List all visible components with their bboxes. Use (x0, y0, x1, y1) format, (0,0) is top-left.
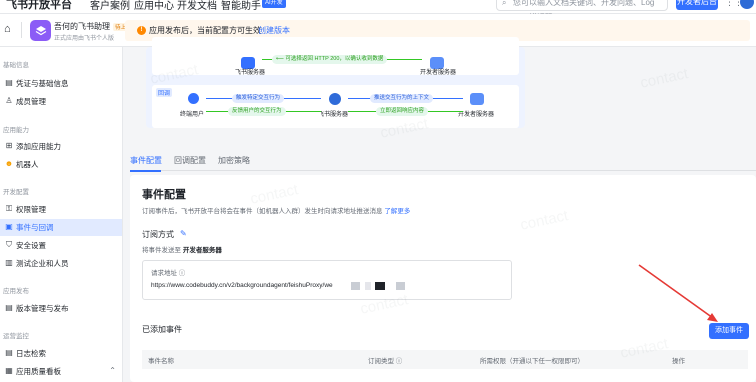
robot-icon: ☻ (4, 159, 14, 168)
added-events-title: 已添加事件 (142, 325, 182, 334)
sidebar-item-bot[interactable]: ☻ 机器人 (0, 156, 122, 173)
diagram-pill-feedback: 反馈用户的交互行为 (228, 107, 286, 116)
sidebar-item-add-capability[interactable]: ⊞ 添加应用能力 (0, 138, 122, 155)
tab-event-config[interactable]: 事件配置 (130, 155, 162, 166)
feishu-logo-icon (329, 93, 341, 105)
column-event-name: 事件名称 (148, 358, 174, 365)
diagram-pill-response: 立即返回响应内容 (376, 107, 429, 116)
document-icon: ▤ (5, 78, 13, 87)
sidebar-item-permissions[interactable]: ⚿ 权限管理 (0, 201, 122, 218)
diagram-callback-row: 回调 终端用户 飞书服务器 开发者服务器 触发特定交互行为 反馈用户的交互行为 … (152, 85, 519, 128)
log-icon: ▤ (5, 348, 13, 357)
sidebar-item-test[interactable]: ▥ 测试企业和人员 (0, 255, 122, 272)
sidebar-group-capabilities: 应用能力 (3, 127, 29, 134)
request-url-value[interactable]: https://www.codebuddy.cn/v2/backgroundag… (151, 282, 333, 289)
person-icon: ♙ (5, 96, 13, 105)
home-icon[interactable]: ⌂ (4, 23, 11, 35)
diagram-pill-trigger: 触发特定交互行为 (232, 94, 285, 103)
dev-server-icon-2 (470, 93, 484, 105)
grid-plus-icon: ⊞ (5, 141, 13, 150)
diagram-event-row: 飞书服务器 开发者服务器 ⟵ 可选择返回 HTTP 200，以确认收到数据 (152, 37, 519, 76)
edit-icon[interactable]: ✎ (180, 229, 187, 238)
main-content: 飞书服务器 开发者服务器 ⟵ 可选择返回 HTTP 200，以确认收到数据 回调… (130, 37, 756, 382)
divider (21, 22, 22, 38)
subscribe-method-desc: 将事件发送至 开发者服务器 (142, 247, 222, 254)
add-event-button[interactable]: 添加事件 (709, 323, 749, 339)
sidebar-group-monitor: 运营监控 (3, 333, 29, 340)
event-config-description: 订阅事件后，飞书开放平台将会在事件（如机器人入群）发生时向请求地址推送消息 了解… (142, 208, 411, 215)
nav-link-assistant[interactable]: 智能助手 (221, 0, 261, 12)
sidebar-group-basic: 基础信息 (3, 62, 29, 69)
notice-text: 应用发布后，当前配置方可生效 (149, 26, 261, 35)
warning-icon: ! (137, 26, 146, 35)
tab-encryption[interactable]: 加密策略 (218, 155, 250, 166)
developer-console-button[interactable]: 开发者后台 (676, 0, 718, 10)
event-config-card: 事件配置 订阅事件后，飞书开放平台将会在事件（如机器人入群）发生时向请求地址推送… (130, 175, 756, 382)
ai-badge: AI开发 (262, 0, 286, 8)
chevron-up-icon[interactable]: ⌃ (109, 366, 116, 375)
redacted-block (351, 282, 360, 290)
column-subscribe-type: 订阅类型 ⓘ (368, 358, 403, 365)
diagram-pill-http200: ⟵ 可选择返回 HTTP 200，以确认收到数据 (272, 55, 388, 64)
sidebar-item-versions[interactable]: ▤ 版本管理与发布 (0, 300, 122, 317)
chart-icon: ▦ (5, 366, 13, 375)
app-name[interactable]: 吾何的飞书助理 待上线 (54, 21, 134, 32)
sidebar-group-dev: 开发配置 (3, 189, 29, 196)
nav-link-cases[interactable]: 客户案例 (90, 0, 130, 12)
page-title: 事件配置 (142, 189, 186, 201)
redacted-block (396, 282, 405, 290)
learn-more-link[interactable]: 了解更多 (384, 208, 410, 215)
events-table-header: 事件名称 订阅类型 ⓘ 所需权限（开通以下任一权限即可） 操作 (142, 350, 748, 369)
shield-icon: ⛉ (6, 240, 12, 249)
key-icon: ⚿ (5, 204, 13, 213)
search-input[interactable]: ⌕ 您可以输入文档关键词、开发问题、Log ID、错误码 (496, 0, 668, 22)
tab-callback-config[interactable]: 回调配置 (174, 155, 206, 166)
event-icon: ▣ (5, 222, 13, 231)
subscribe-method-title: 订阅方式 (142, 230, 174, 239)
active-tab-indicator (130, 170, 161, 172)
avatar[interactable] (740, 0, 754, 9)
column-permissions: 所需权限（开通以下任一权限即可） (480, 358, 584, 365)
diagram-label-feishu-server: 飞书服务器 (235, 70, 266, 76)
sidebar-item-events[interactable]: ▣ 事件与回调 (0, 219, 122, 236)
sidebar-item-security[interactable]: ⛉ 安全设置 (0, 237, 122, 254)
version-icon: ▤ (5, 303, 13, 312)
request-url-label: 请求地址 ⓘ (151, 270, 186, 277)
diagram-label-dev-server-2: 开发者服务器 (458, 112, 495, 118)
user-icon (188, 93, 199, 104)
sidebar: 基础信息 ▤ 凭证与基础信息 ♙ 成员管理 应用能力 ⊞ 添加应用能力 ☻ 机器… (0, 47, 123, 382)
search-icon: ⌕ (502, 0, 507, 7)
brand-logo[interactable]: 飞书开放平台 (6, 0, 72, 12)
sidebar-group-release: 应用发布 (3, 288, 29, 295)
diagram-label-feishu-server-2: 飞书服务器 (318, 112, 349, 118)
create-version-link[interactable]: 创建版本 (258, 25, 290, 36)
request-url-box[interactable]: 请求地址 ⓘ https://www.codebuddy.cn/v2/backg… (142, 260, 512, 300)
redacted-block (365, 282, 371, 290)
callback-tag: 回调 (156, 88, 173, 97)
sidebar-item-logs[interactable]: ▤ 日志检索 (0, 345, 122, 362)
diagram-label-user: 终端用户 (180, 112, 205, 118)
sidebar-item-credentials[interactable]: ▤ 凭证与基础信息 (0, 75, 122, 92)
top-navigation-bar: 飞书开放平台 客户案例 应用中心 开发文档 智能助手 AI开发 ⌕ 您可以输入文… (0, 0, 756, 22)
column-actions: 操作 (672, 358, 685, 365)
nav-link-docs[interactable]: 开发文档 (177, 0, 217, 12)
flow-diagram: 飞书服务器 开发者服务器 ⟵ 可选择返回 HTTP 200，以确认收到数据 回调… (146, 37, 525, 128)
sidebar-item-quality[interactable]: ▦ 应用质量看板 ⌃ (0, 363, 122, 380)
nav-link-app-center[interactable]: 应用中心 (134, 0, 174, 12)
test-icon: ▥ (5, 258, 13, 267)
diagram-pill-context: 推送交互行为的上下文 (370, 94, 434, 103)
diagram-label-dev-server: 开发者服务器 (420, 70, 457, 76)
app-icon (30, 20, 51, 41)
redacted-block (375, 282, 385, 290)
tab-bar: 事件配置 回调配置 加密策略 (130, 151, 756, 172)
sidebar-item-members[interactable]: ♙ 成员管理 (0, 93, 122, 110)
app-description: 正式应用由飞书个人版 (54, 36, 115, 42)
